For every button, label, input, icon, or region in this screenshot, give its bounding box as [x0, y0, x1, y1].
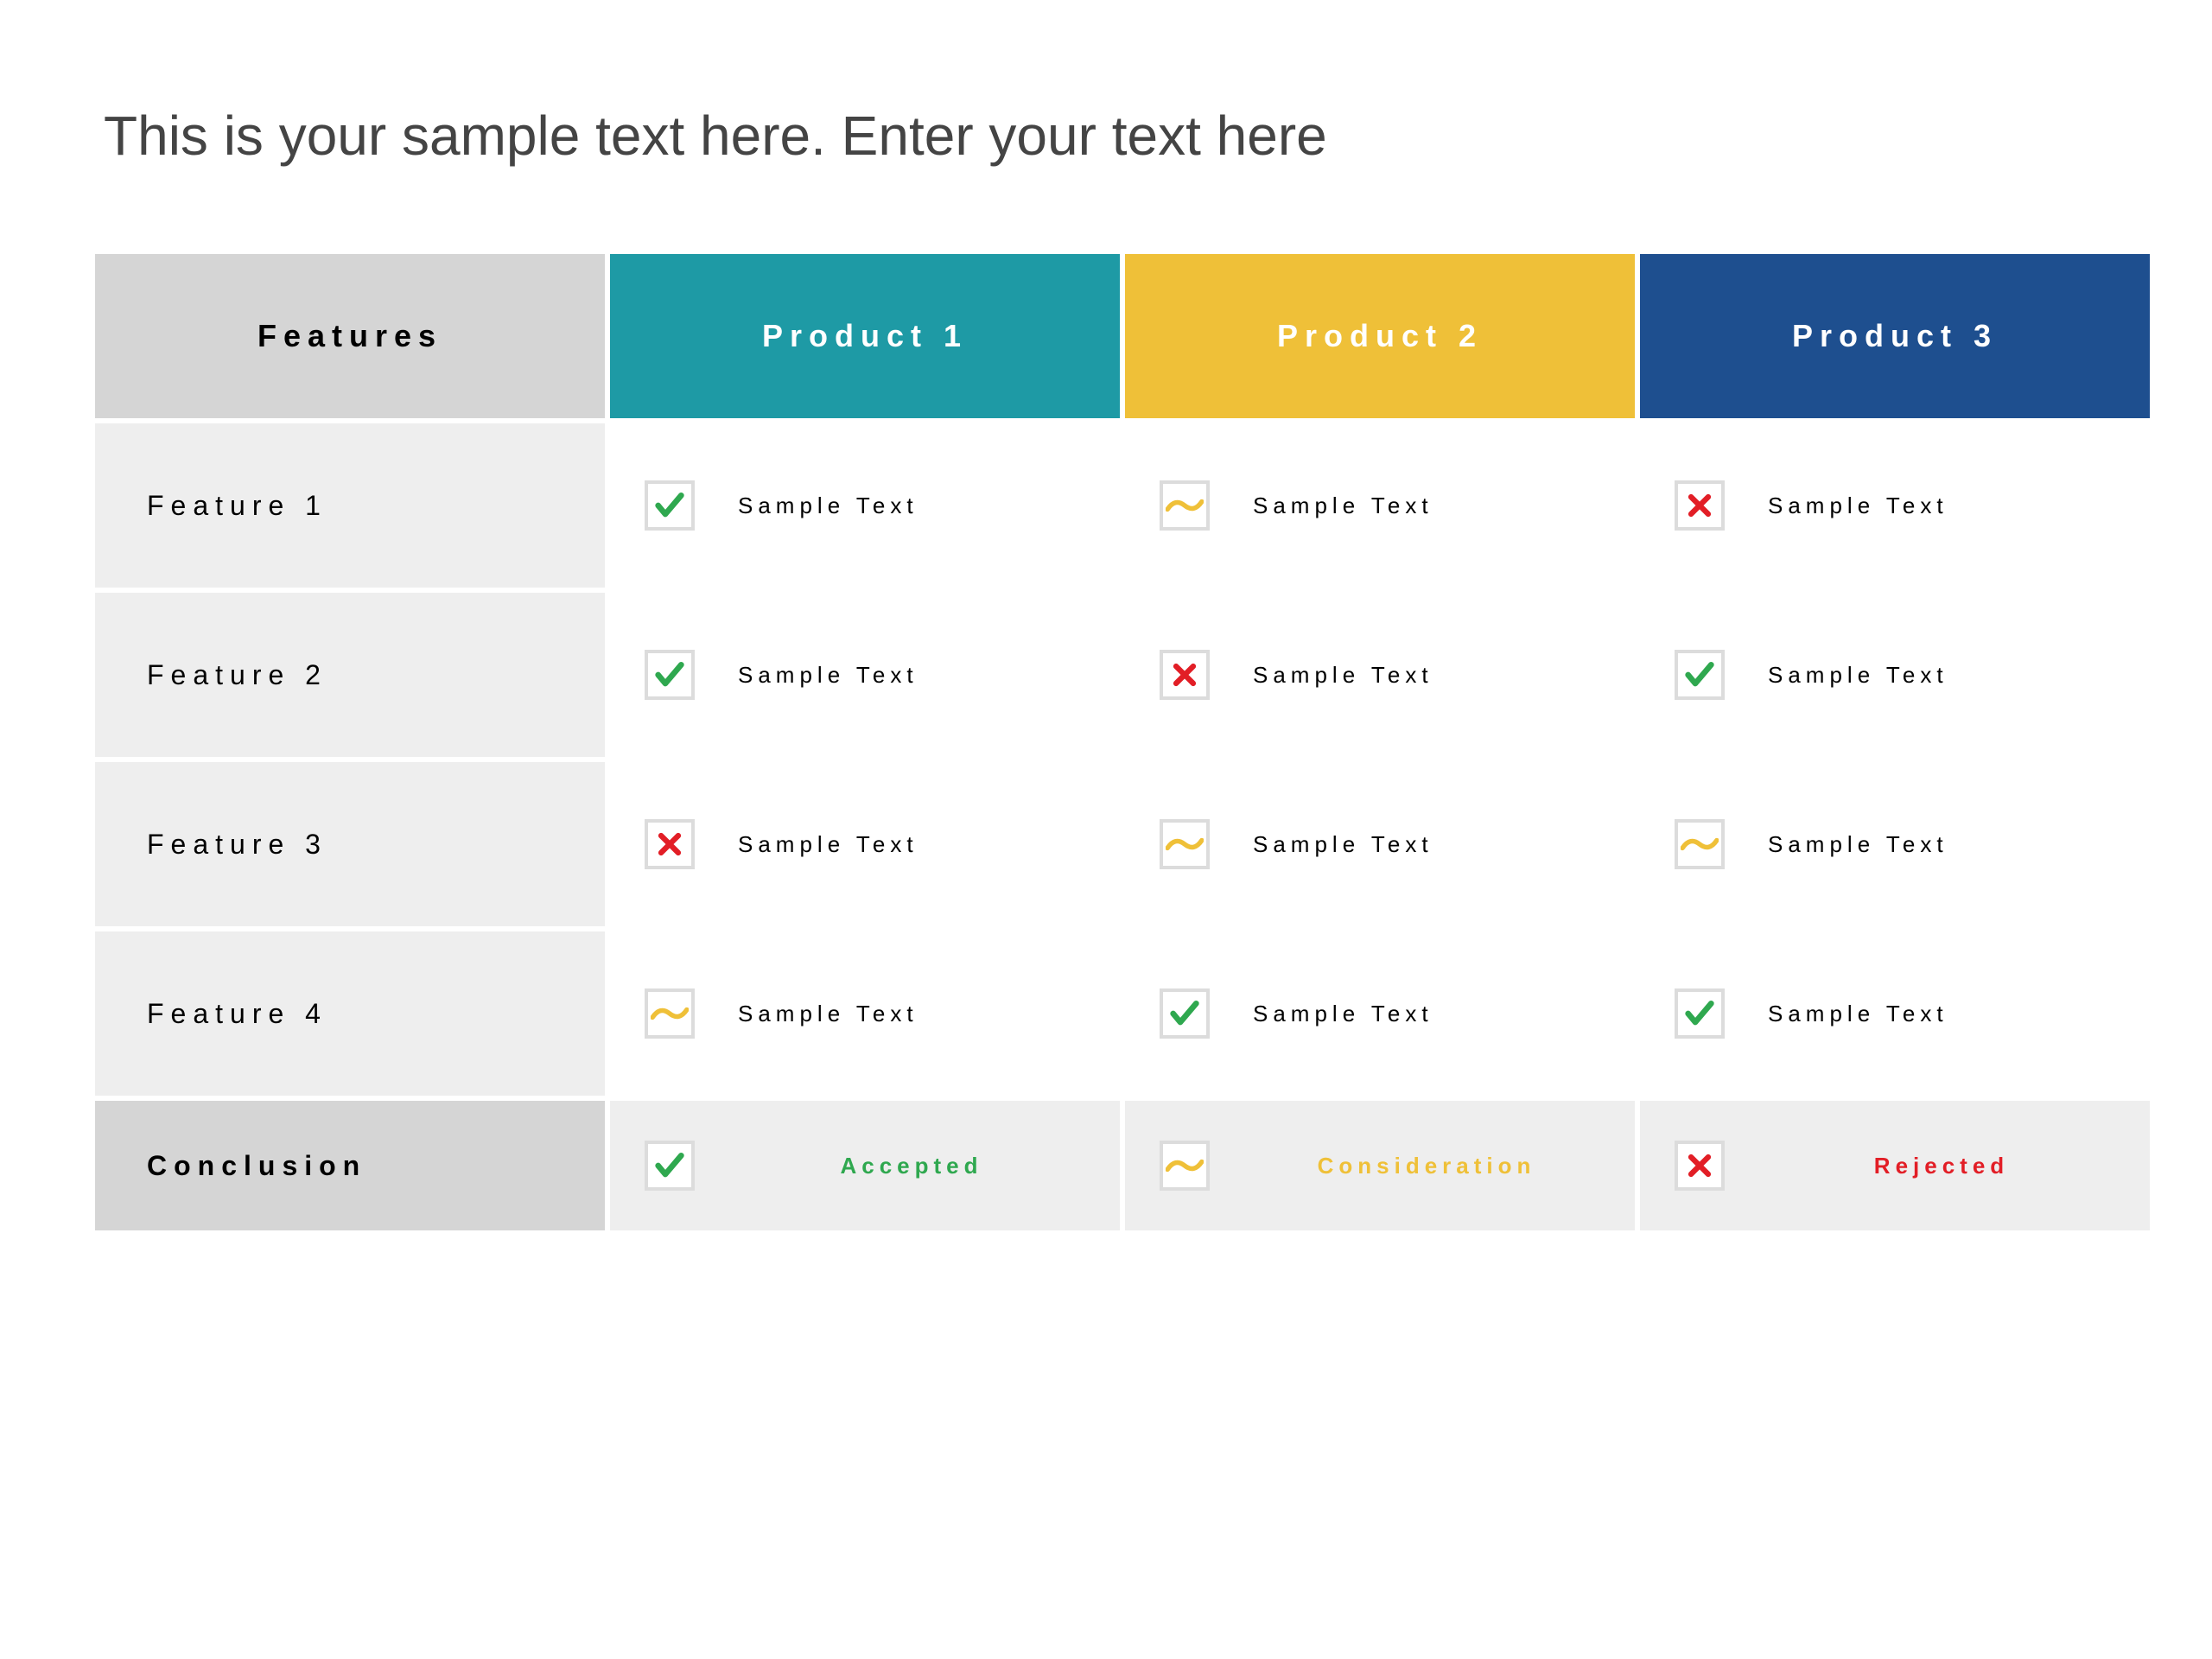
cell-conclusion-product2: Consideration [1125, 1101, 1635, 1230]
row-label-feature-4: Feature 4 [95, 931, 605, 1096]
cell-text: Sample Text [1768, 831, 1948, 858]
check-icon [645, 650, 695, 700]
cell-feature2-product1: Sample Text [610, 593, 1120, 757]
cell-feature1-product3: Sample Text [1640, 423, 2150, 588]
cell-feature1-product1: Sample Text [610, 423, 1120, 588]
check-icon [645, 480, 695, 531]
cell-feature4-product1: Sample Text [610, 931, 1120, 1096]
check-icon [1160, 988, 1210, 1039]
cell-feature2-product3: Sample Text [1640, 593, 2150, 757]
cell-text: Sample Text [738, 662, 918, 689]
cell-feature1-product2: Sample Text [1125, 423, 1635, 588]
tilde-icon [645, 988, 695, 1039]
cell-feature2-product2: Sample Text [1125, 593, 1635, 757]
header-product-1: Product 1 [610, 254, 1120, 418]
cross-icon [1675, 1141, 1725, 1191]
header-product-2: Product 2 [1125, 254, 1635, 418]
check-icon [645, 1141, 695, 1191]
tilde-icon [1160, 819, 1210, 869]
cross-icon [1675, 480, 1725, 531]
cell-text: Sample Text [738, 493, 918, 519]
cell-feature4-product2: Sample Text [1125, 931, 1635, 1096]
tilde-icon [1160, 480, 1210, 531]
row-label-conclusion: Conclusion [95, 1101, 605, 1230]
cell-text: Sample Text [1253, 662, 1433, 689]
cross-icon [1160, 650, 1210, 700]
conclusion-text: Consideration [1253, 1153, 1635, 1179]
cell-text: Sample Text [738, 1001, 918, 1027]
conclusion-text: Rejected [1768, 1153, 2150, 1179]
header-product-3: Product 3 [1640, 254, 2150, 418]
check-icon [1675, 650, 1725, 700]
cell-text: Sample Text [738, 831, 918, 858]
row-label-feature-1: Feature 1 [95, 423, 605, 588]
cell-text: Sample Text [1768, 662, 1948, 689]
check-icon [1675, 988, 1725, 1039]
header-features: Features [95, 254, 605, 418]
comparison-table: Features Product 1 Product 2 Product 3 F… [95, 254, 2117, 1230]
cross-icon [645, 819, 695, 869]
cell-feature3-product2: Sample Text [1125, 762, 1635, 926]
cell-feature3-product1: Sample Text [610, 762, 1120, 926]
tilde-icon [1160, 1141, 1210, 1191]
slide-title: This is your sample text here. Enter you… [104, 104, 2117, 168]
cell-text: Sample Text [1253, 493, 1433, 519]
cell-feature3-product3: Sample Text [1640, 762, 2150, 926]
cell-text: Sample Text [1768, 493, 1948, 519]
cell-text: Sample Text [1768, 1001, 1948, 1027]
cell-text: Sample Text [1253, 831, 1433, 858]
cell-conclusion-product1: Accepted [610, 1101, 1120, 1230]
conclusion-text: Accepted [738, 1153, 1120, 1179]
cell-conclusion-product3: Rejected [1640, 1101, 2150, 1230]
row-label-feature-3: Feature 3 [95, 762, 605, 926]
cell-feature4-product3: Sample Text [1640, 931, 2150, 1096]
row-label-feature-2: Feature 2 [95, 593, 605, 757]
tilde-icon [1675, 819, 1725, 869]
cell-text: Sample Text [1253, 1001, 1433, 1027]
